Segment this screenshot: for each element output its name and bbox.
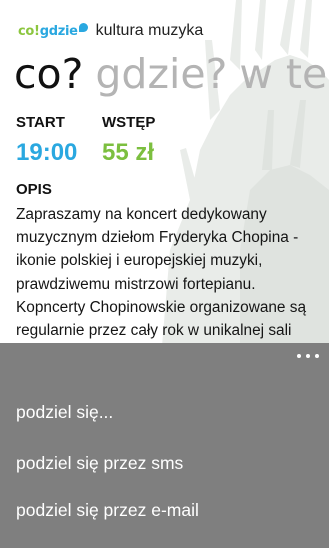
more-options-icon[interactable] — [297, 351, 319, 361]
start-label: START — [16, 114, 65, 131]
description-text: Zapraszamy na koncert dedykowany muzyczn… — [16, 206, 307, 340]
share-menu-item[interactable]: podziel się... — [16, 402, 113, 423]
app-header: co! gdzie kultura muzyka — [18, 18, 203, 44]
app-bar-menu: podziel się... podziel się przez sms pod… — [0, 343, 329, 548]
share-email-menu-item[interactable]: podziel się przez e-mail — [16, 500, 199, 521]
logo-pin-icon — [78, 22, 88, 32]
pivot-item-co[interactable]: co? — [14, 50, 83, 98]
pivot-header: co? gdzie? w te — [14, 48, 329, 100]
cogdzie-logo: co! gdzie — [18, 22, 88, 39]
share-sms-menu-item[interactable]: podziel się przez sms — [16, 453, 183, 474]
start-time-value: 19:00 — [16, 139, 78, 166]
event-details-screen: co! gdzie kultura muzyka co? gdzie? w te ST… — [0, 0, 329, 548]
entry-label: WSTĘP — [102, 114, 156, 131]
pivot-item-gdzie[interactable]: gdzie? — [95, 50, 227, 98]
entry-price-value: 55 zł — [102, 139, 155, 166]
pivot-item-w-te[interactable]: w te — [239, 50, 327, 98]
category-title: kultura muzyka — [95, 22, 204, 39]
description-label: OPIS — [16, 181, 52, 198]
